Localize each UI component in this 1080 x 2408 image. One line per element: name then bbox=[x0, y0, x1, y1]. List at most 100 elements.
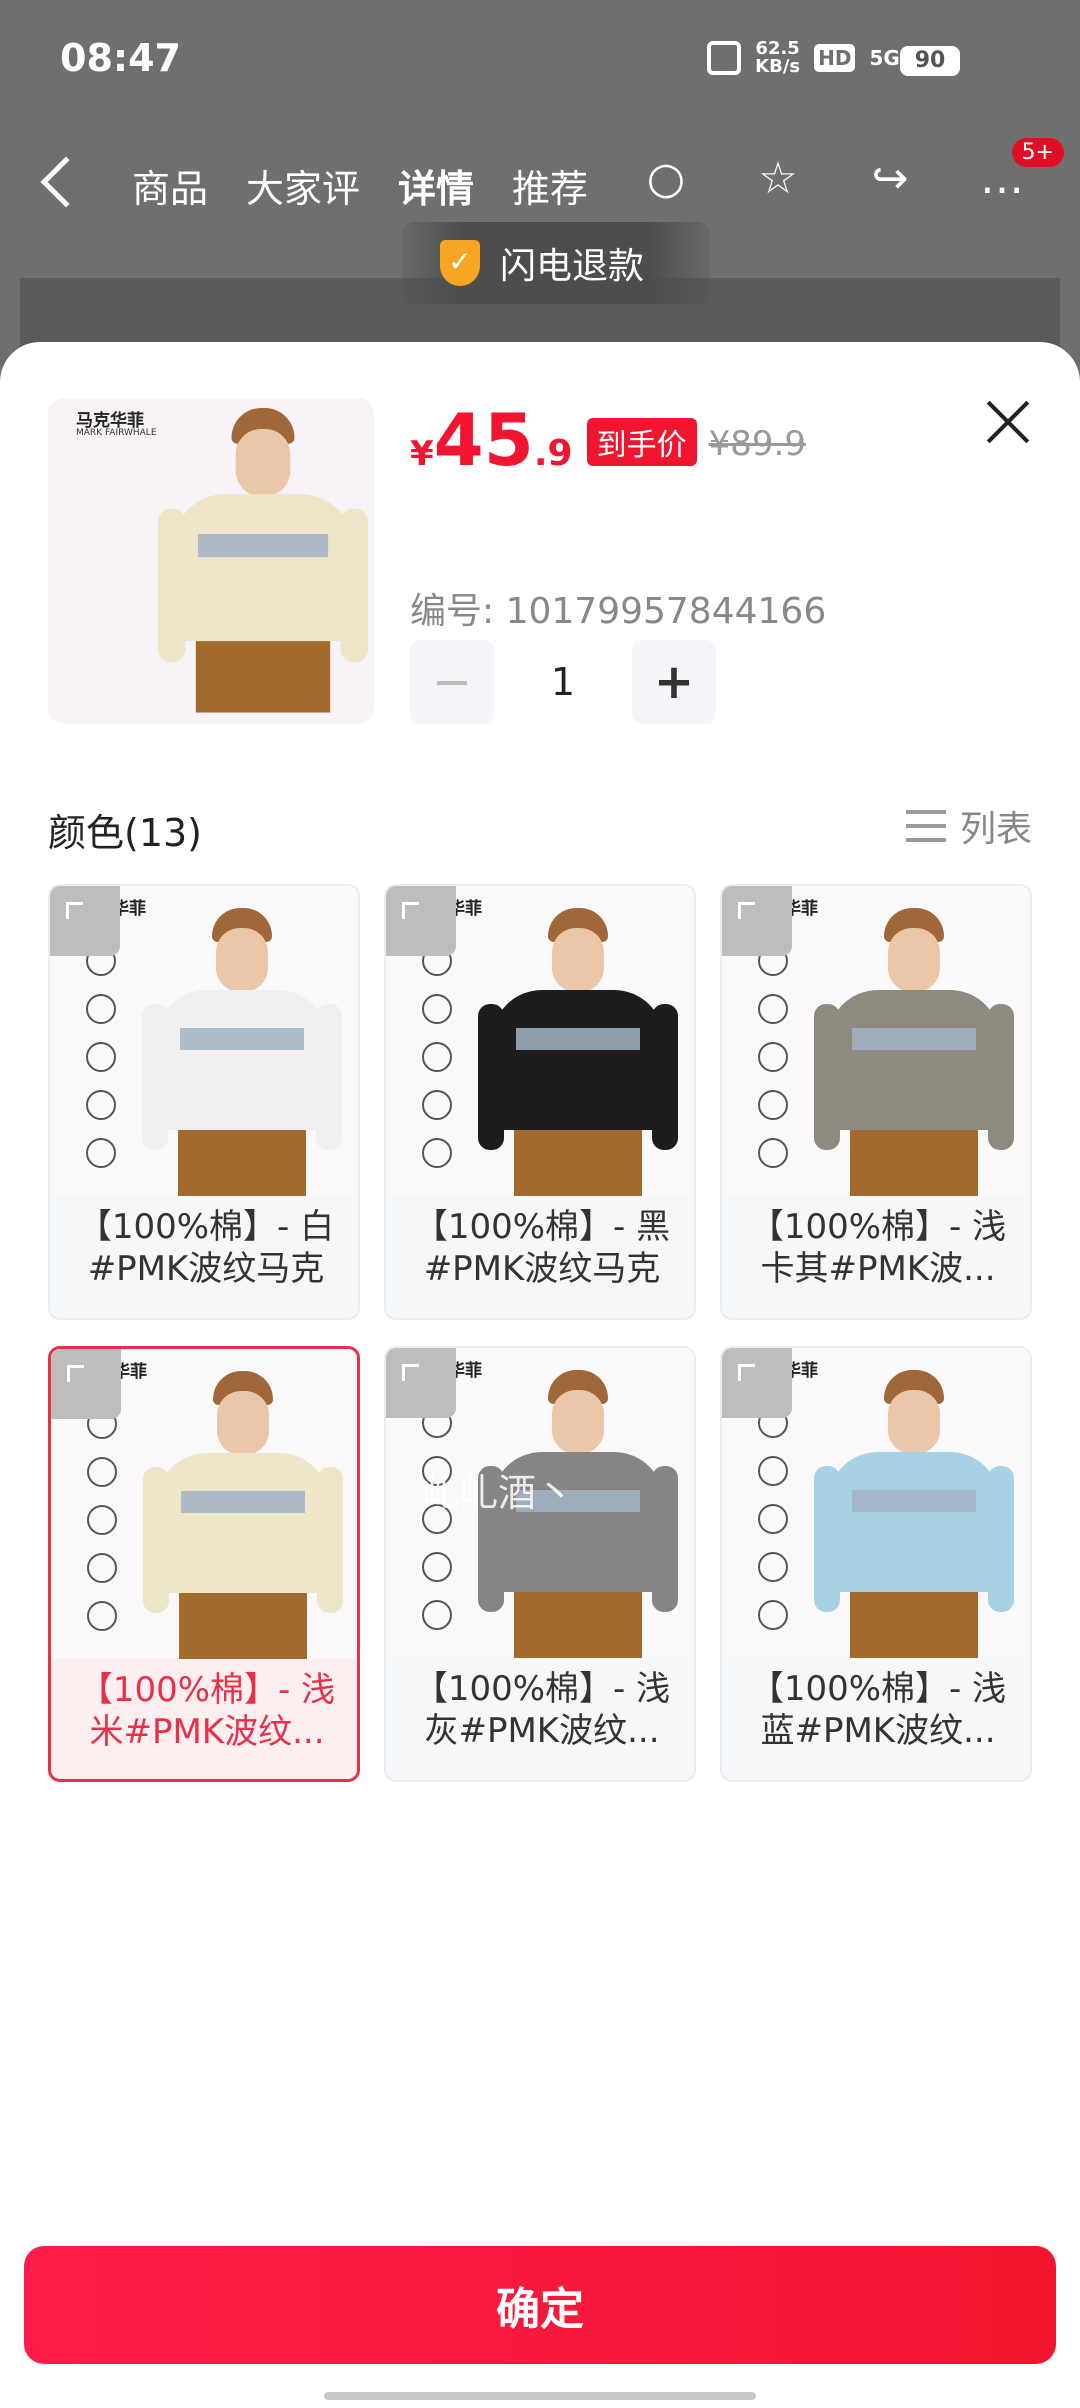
color-option-label-line2: 卡其#PMK波... bbox=[760, 1249, 996, 1289]
color-option-label-line2: #PMK波纹马克 bbox=[87, 1249, 325, 1289]
color-option-card[interactable]: 马克华菲【100%棉】- 黑#PMK波纹马克 bbox=[384, 884, 696, 1320]
status-time: 08:47 bbox=[60, 36, 181, 80]
color-option-card[interactable]: 马克华菲【100%棉】- 浅卡其#PMK波... bbox=[720, 884, 1032, 1320]
home-indicator[interactable] bbox=[324, 2392, 756, 2400]
expand-icon[interactable] bbox=[722, 886, 792, 956]
color-section-title: 颜色(13) bbox=[48, 811, 203, 855]
search-icon[interactable]: ○ bbox=[638, 150, 694, 206]
feature-badge-icon bbox=[758, 1138, 788, 1168]
network-speed: 62.5 KB/s bbox=[755, 40, 800, 76]
quantity-stepper: − 1 + bbox=[410, 640, 716, 724]
feature-badge-icon bbox=[758, 1600, 788, 1630]
color-option-label-line2: 灰#PMK波纹... bbox=[424, 1711, 660, 1751]
color-option-label: 【100%棉】- 白 #PMK波纹马克 bbox=[60, 1206, 352, 1290]
color-option-label-line1: 【100%棉】- 浅 bbox=[749, 1207, 1007, 1247]
color-option-image: 马克华菲 bbox=[50, 886, 358, 1196]
color-option-label: 【100%棉】- 黑 #PMK波纹马克 bbox=[396, 1206, 688, 1290]
vibrate-icon bbox=[707, 41, 742, 75]
feature-badge-icon bbox=[758, 994, 788, 1024]
tab-details[interactable]: 详情 bbox=[398, 158, 474, 213]
color-option-label: 【100%棉】- 浅米#PMK波纹... bbox=[61, 1669, 353, 1753]
model-photo bbox=[478, 908, 678, 1196]
tab-recommend[interactable]: 推荐 bbox=[512, 158, 588, 213]
expand-icon[interactable] bbox=[722, 1348, 792, 1418]
color-option-card[interactable]: 马克华菲【100%棉】- 白#PMK波纹马克 bbox=[48, 884, 360, 1320]
color-option-card[interactable]: 马克华菲【100%棉】- 浅蓝#PMK波纹... bbox=[720, 1346, 1032, 1782]
color-option-label-line2: 米#PMK波纹... bbox=[89, 1712, 325, 1752]
close-icon[interactable] bbox=[980, 394, 1036, 450]
price-currency: ¥ bbox=[410, 434, 434, 474]
expand-icon[interactable] bbox=[50, 886, 120, 956]
brand-subtitle: MARK FAIRWHALE bbox=[76, 428, 157, 438]
original-price: ¥89.9 bbox=[708, 424, 806, 464]
feature-badge-icon bbox=[422, 1042, 452, 1072]
color-option-label: 【100%棉】- 浅卡其#PMK波... bbox=[732, 1206, 1024, 1290]
tab-products[interactable]: 商品 bbox=[132, 158, 208, 213]
price-integer: 45 bbox=[433, 398, 534, 482]
battery-icon: 90 bbox=[900, 46, 960, 76]
hd-icon: HD bbox=[814, 44, 856, 72]
model-photo bbox=[814, 908, 1014, 1196]
refund-label: 闪电退款 bbox=[500, 246, 645, 287]
color-option-label: 【100%棉】- 浅灰#PMK波纹... bbox=[396, 1668, 688, 1752]
model-photo bbox=[143, 1371, 343, 1659]
decrease-button[interactable]: − bbox=[410, 640, 494, 724]
feature-badge-icon bbox=[87, 1457, 117, 1487]
shield-check-icon: ✓ bbox=[440, 240, 480, 286]
color-option-image: 马克华菲 bbox=[722, 1348, 1030, 1658]
lightning-refund-pill: ✓ 闪电退款 bbox=[402, 222, 710, 304]
sku-selector-sheet: 马克华菲 MARK FAIRWHALE ¥ 45 .9 到手价 ¥89.9 编号… bbox=[0, 342, 1080, 2408]
feature-badge-icon bbox=[422, 1090, 452, 1120]
expand-icon[interactable] bbox=[386, 886, 456, 956]
feature-badge-icon bbox=[86, 1042, 116, 1072]
message-badge: 5+ bbox=[1011, 138, 1064, 167]
feature-badge-icon bbox=[758, 1504, 788, 1534]
increase-button[interactable]: + bbox=[632, 640, 716, 724]
feature-badge-icon bbox=[422, 994, 452, 1024]
color-option-label-line2: #PMK波纹马克 bbox=[423, 1249, 661, 1289]
watermark-text: 乢乢酒丶 bbox=[422, 1471, 575, 1515]
feature-badge-icon bbox=[87, 1505, 117, 1535]
price-decimal: .9 bbox=[533, 433, 573, 474]
model-photo bbox=[814, 1370, 1014, 1658]
color-option-label-line1: 【100%棉】- 浅 bbox=[78, 1670, 336, 1710]
sku-code: 编号: 10179957844166 bbox=[410, 591, 827, 632]
confirm-button[interactable]: 确定 bbox=[24, 2246, 1056, 2364]
feature-badge-icon bbox=[86, 1090, 116, 1120]
expand-icon[interactable] bbox=[386, 1348, 456, 1418]
share-icon[interactable]: ↪ bbox=[862, 150, 918, 206]
nav-actions: ○ ☆ ↪ … bbox=[638, 150, 1030, 206]
feature-badge-icon bbox=[758, 1552, 788, 1582]
feature-badge-icon bbox=[86, 994, 116, 1024]
expand-icon[interactable] bbox=[51, 1349, 121, 1419]
feature-badge-icon bbox=[758, 1042, 788, 1072]
color-option-label: 【100%棉】- 浅蓝#PMK波纹... bbox=[732, 1668, 1024, 1752]
net-speed-unit: KB/s bbox=[755, 56, 801, 77]
color-option-image: 马克华菲 bbox=[722, 886, 1030, 1196]
nav-tabs: 商品 大家评 详情 推荐 bbox=[132, 158, 588, 213]
status-bar: 08:47 62.5 KB/s HD 5G ◠ 90 bbox=[0, 0, 1080, 120]
product-thumbnail[interactable]: 马克华菲 MARK FAIRWHALE bbox=[48, 398, 374, 724]
feature-badge-icon bbox=[87, 1553, 117, 1583]
color-option-label-line1: 【100%棉】- 黑 bbox=[413, 1207, 671, 1247]
feature-badge-icon bbox=[87, 1601, 117, 1631]
color-option-image: 马克华菲 bbox=[386, 886, 694, 1196]
quantity-value[interactable]: 1 bbox=[494, 660, 632, 704]
feature-badge-icon bbox=[758, 1456, 788, 1486]
model-photo bbox=[142, 908, 342, 1196]
color-option-card[interactable]: 马克华菲【100%棉】- 浅米#PMK波纹... bbox=[48, 1346, 360, 1782]
feature-badge-icon bbox=[758, 1090, 788, 1120]
color-option-card[interactable]: 马克华菲【100%棉】- 浅灰#PMK波纹... bbox=[384, 1346, 696, 1782]
list-icon bbox=[905, 806, 946, 846]
list-toggle-label: 列表 bbox=[959, 809, 1032, 850]
feature-badge-icon bbox=[422, 1600, 452, 1630]
tab-reviews[interactable]: 大家评 bbox=[246, 158, 360, 213]
feature-badge-icon bbox=[422, 1552, 452, 1582]
color-option-label-line1: 【100%棉】- 浅 bbox=[413, 1669, 671, 1709]
back-icon[interactable] bbox=[40, 156, 92, 208]
list-view-toggle[interactable]: 列表 bbox=[905, 800, 1032, 852]
star-icon[interactable]: ☆ bbox=[750, 150, 806, 206]
feature-badge-icon bbox=[86, 1138, 116, 1168]
color-option-label-line2: 蓝#PMK波纹... bbox=[760, 1711, 996, 1751]
top-navigation: 商品 大家评 详情 推荐 ○ ☆ ↪ … 5+ bbox=[0, 138, 1080, 230]
